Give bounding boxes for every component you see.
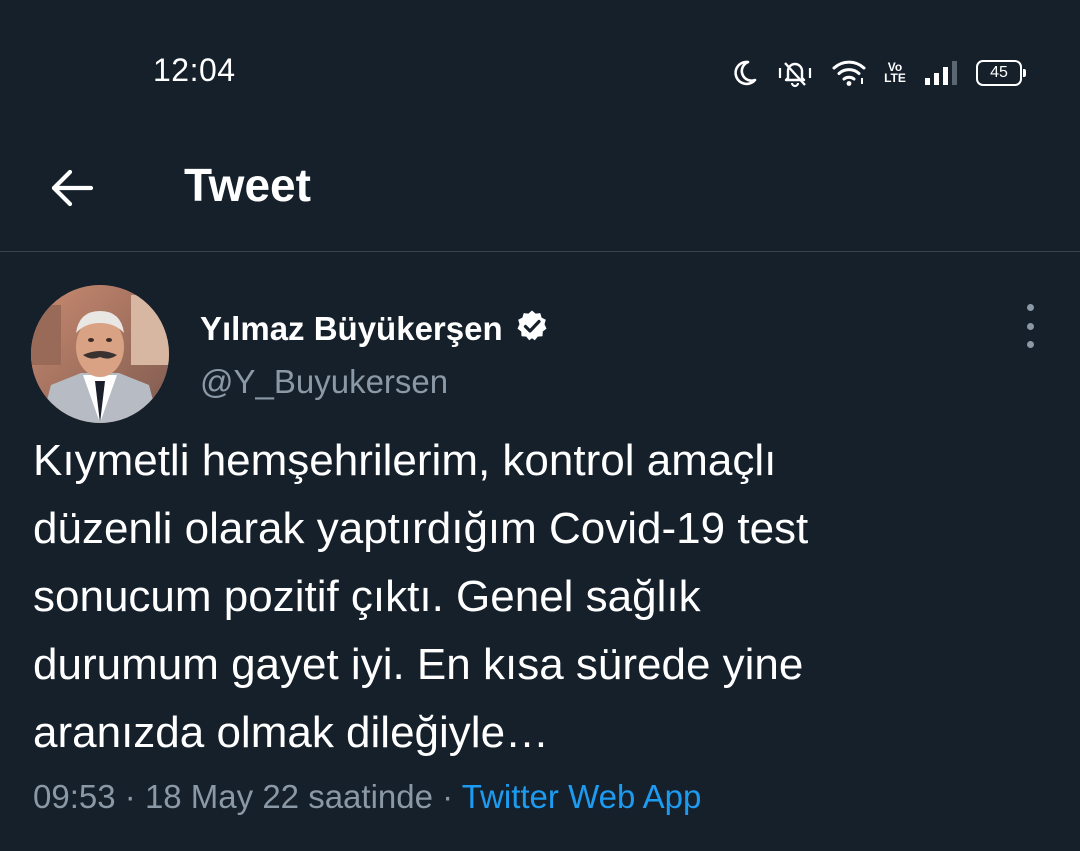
more-dot	[1026, 341, 1034, 348]
tweet-source-link[interactable]: Twitter Web App	[462, 778, 702, 815]
arrow-left-icon	[50, 168, 94, 213]
back-button[interactable]	[40, 158, 104, 222]
signal-icon	[924, 60, 958, 86]
author-handle[interactable]: @Y_Buyukersen	[200, 363, 448, 401]
avatar[interactable]	[31, 285, 169, 423]
page-title: Tweet	[184, 159, 311, 211]
status-time: 12:04	[153, 52, 236, 88]
meta-separator: ·	[442, 778, 454, 815]
tweet-time: 09:53	[33, 778, 116, 815]
tweet-meta: 09:53 · 18 May 22 saatinde · Twitter Web…	[33, 778, 701, 816]
tweet-text: Kıymetli hemşehrilerim, kontrol amaçlı d…	[33, 436, 809, 757]
battery-icon: 45	[976, 60, 1026, 86]
more-options-button[interactable]	[1010, 304, 1050, 348]
tweet: Yılmaz Büyükerşen @Y_Buyukersen Kıymetli…	[0, 252, 1080, 851]
moon-icon	[732, 59, 758, 87]
verified-badge-icon	[515, 309, 549, 348]
author-name-row[interactable]: Yılmaz Büyükerşen	[200, 309, 549, 348]
meta-separator: ·	[124, 778, 136, 815]
more-dot	[1026, 322, 1034, 330]
tweet-date: 18 May 22 saatinde	[144, 778, 433, 815]
status-bar: 12:04 Vo LTE 45	[0, 0, 1080, 140]
status-icons: Vo LTE 45	[732, 55, 1026, 91]
author-name[interactable]: Yılmaz Büyükerşen	[200, 310, 503, 348]
wifi-icon	[832, 59, 866, 87]
vibrate-icon	[776, 58, 814, 88]
more-dot	[1026, 304, 1034, 311]
volte-icon: Vo LTE	[884, 60, 906, 85]
header: Tweet	[0, 140, 1080, 252]
